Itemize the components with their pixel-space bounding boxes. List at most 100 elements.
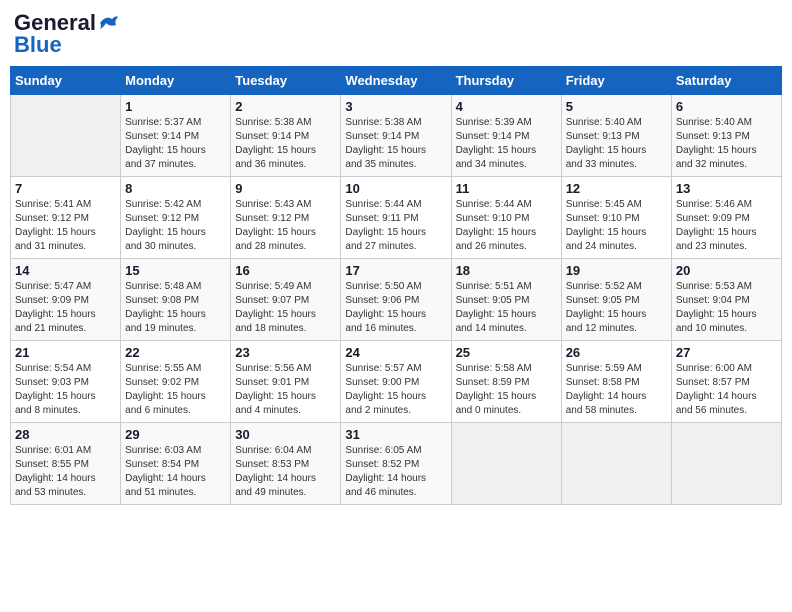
day-number: 17 (345, 263, 446, 278)
day-info: Sunrise: 5:40 AM Sunset: 9:13 PM Dayligh… (566, 116, 667, 172)
calendar-cell: 19 Sunrise: 5:52 AM Sunset: 9:05 PM Dayli… (561, 259, 671, 341)
calendar-week-row: 1Sunrise: 5:37 AM Sunset: 9:14 PM Daylig… (11, 95, 782, 177)
day-number: 4 (456, 99, 557, 114)
calendar-cell (451, 423, 561, 505)
calendar-cell: 11 Sunrise: 5:44 AM Sunset: 9:10 PM Dayli… (451, 177, 561, 259)
page-header: General Blue (10, 10, 782, 58)
day-info: Sunrise: 5:49 AM Sunset: 9:07 PM Dayligh… (235, 280, 336, 336)
day-info: Sunrise: 5:46 AM Sunset: 9:09 PM Dayligh… (676, 198, 777, 254)
day-info: Sunrise: 5:39 AM Sunset: 9:14 PM Dayligh… (456, 116, 557, 172)
day-number: 16 (235, 263, 336, 278)
days-of-week-row: SundayMondayTuesdayWednesdayThursdayFrid… (11, 67, 782, 95)
day-number: 20 (676, 263, 777, 278)
calendar-cell: 24Sunrise: 5:57 AM Sunset: 9:00 PM Dayli… (341, 341, 451, 423)
calendar-cell: 30 Sunrise: 6:04 AM Sunset: 8:53 PM Dayli… (231, 423, 341, 505)
calendar-cell: 2Sunrise: 5:38 AM Sunset: 9:14 PM Daylig… (231, 95, 341, 177)
day-number: 15 (125, 263, 226, 278)
logo: General Blue (14, 10, 120, 58)
day-of-week-header: Sunday (11, 67, 121, 95)
day-info: Sunrise: 5:55 AM Sunset: 9:02 PM Dayligh… (125, 362, 226, 418)
day-info: Sunrise: 5:43 AM Sunset: 9:12 PM Dayligh… (235, 198, 336, 254)
day-of-week-header: Thursday (451, 67, 561, 95)
day-info: Sunrise: 5:42 AM Sunset: 9:12 PM Dayligh… (125, 198, 226, 254)
calendar-cell: 14 Sunrise: 5:47 AM Sunset: 9:09 PM Dayli… (11, 259, 121, 341)
calendar-cell (11, 95, 121, 177)
day-number: 3 (345, 99, 446, 114)
day-number: 9 (235, 181, 336, 196)
calendar-cell: 31 Sunrise: 6:05 AM Sunset: 8:52 PM Dayli… (341, 423, 451, 505)
day-info: Sunrise: 6:00 AM Sunset: 8:57 PM Dayligh… (676, 362, 777, 418)
calendar-header: SundayMondayTuesdayWednesdayThursdayFrid… (11, 67, 782, 95)
calendar-cell: 28Sunrise: 6:01 AM Sunset: 8:55 PM Dayli… (11, 423, 121, 505)
day-info: Sunrise: 5:41 AM Sunset: 9:12 PM Dayligh… (15, 198, 116, 254)
calendar-cell (671, 423, 781, 505)
calendar-cell: 1Sunrise: 5:37 AM Sunset: 9:14 PM Daylig… (121, 95, 231, 177)
calendar-cell: 23 Sunrise: 5:56 AM Sunset: 9:01 PM Dayli… (231, 341, 341, 423)
day-number: 11 (456, 181, 557, 196)
calendar-cell: 22 Sunrise: 5:55 AM Sunset: 9:02 PM Dayli… (121, 341, 231, 423)
calendar-cell: 7Sunrise: 5:41 AM Sunset: 9:12 PM Daylig… (11, 177, 121, 259)
day-number: 30 (235, 427, 336, 442)
day-of-week-header: Tuesday (231, 67, 341, 95)
day-number: 12 (566, 181, 667, 196)
day-info: Sunrise: 5:48 AM Sunset: 9:08 PM Dayligh… (125, 280, 226, 336)
day-number: 23 (235, 345, 336, 360)
calendar-cell: 27Sunrise: 6:00 AM Sunset: 8:57 PM Dayli… (671, 341, 781, 423)
day-of-week-header: Friday (561, 67, 671, 95)
calendar-cell: 8Sunrise: 5:42 AM Sunset: 9:12 PM Daylig… (121, 177, 231, 259)
day-info: Sunrise: 5:54 AM Sunset: 9:03 PM Dayligh… (15, 362, 116, 418)
calendar-week-row: 7Sunrise: 5:41 AM Sunset: 9:12 PM Daylig… (11, 177, 782, 259)
day-info: Sunrise: 5:37 AM Sunset: 9:14 PM Dayligh… (125, 116, 226, 172)
calendar-cell: 17Sunrise: 5:50 AM Sunset: 9:06 PM Dayli… (341, 259, 451, 341)
calendar-cell: 13 Sunrise: 5:46 AM Sunset: 9:09 PM Dayli… (671, 177, 781, 259)
day-of-week-header: Wednesday (341, 67, 451, 95)
day-info: Sunrise: 5:59 AM Sunset: 8:58 PM Dayligh… (566, 362, 667, 418)
logo-bird-icon (98, 13, 120, 33)
calendar-body: 1Sunrise: 5:37 AM Sunset: 9:14 PM Daylig… (11, 95, 782, 505)
day-number: 10 (345, 181, 446, 196)
day-number: 6 (676, 99, 777, 114)
calendar-week-row: 21Sunrise: 5:54 AM Sunset: 9:03 PM Dayli… (11, 341, 782, 423)
calendar-cell: 9 Sunrise: 5:43 AM Sunset: 9:12 PM Daylig… (231, 177, 341, 259)
day-number: 25 (456, 345, 557, 360)
calendar-cell: 3 Sunrise: 5:38 AM Sunset: 9:14 PM Daylig… (341, 95, 451, 177)
day-of-week-header: Saturday (671, 67, 781, 95)
day-number: 14 (15, 263, 116, 278)
day-info: Sunrise: 5:47 AM Sunset: 9:09 PM Dayligh… (15, 280, 116, 336)
day-info: Sunrise: 6:05 AM Sunset: 8:52 PM Dayligh… (345, 444, 446, 500)
day-number: 5 (566, 99, 667, 114)
day-number: 26 (566, 345, 667, 360)
calendar-cell: 10 Sunrise: 5:44 AM Sunset: 9:11 PM Dayli… (341, 177, 451, 259)
calendar-cell: 6Sunrise: 5:40 AM Sunset: 9:13 PM Daylig… (671, 95, 781, 177)
day-info: Sunrise: 5:38 AM Sunset: 9:14 PM Dayligh… (345, 116, 446, 172)
day-number: 28 (15, 427, 116, 442)
calendar-cell: 29Sunrise: 6:03 AM Sunset: 8:54 PM Dayli… (121, 423, 231, 505)
calendar-cell: 5 Sunrise: 5:40 AM Sunset: 9:13 PM Daylig… (561, 95, 671, 177)
day-number: 22 (125, 345, 226, 360)
calendar-cell: 25 Sunrise: 5:58 AM Sunset: 8:59 PM Dayli… (451, 341, 561, 423)
day-number: 13 (676, 181, 777, 196)
calendar-cell: 26 Sunrise: 5:59 AM Sunset: 8:58 PM Dayli… (561, 341, 671, 423)
day-info: Sunrise: 5:58 AM Sunset: 8:59 PM Dayligh… (456, 362, 557, 418)
day-number: 18 (456, 263, 557, 278)
day-info: Sunrise: 5:57 AM Sunset: 9:00 PM Dayligh… (345, 362, 446, 418)
day-info: Sunrise: 5:52 AM Sunset: 9:05 PM Dayligh… (566, 280, 667, 336)
calendar-cell: 12 Sunrise: 5:45 AM Sunset: 9:10 PM Dayli… (561, 177, 671, 259)
calendar-cell: 4 Sunrise: 5:39 AM Sunset: 9:14 PM Daylig… (451, 95, 561, 177)
day-info: Sunrise: 6:04 AM Sunset: 8:53 PM Dayligh… (235, 444, 336, 500)
day-info: Sunrise: 5:44 AM Sunset: 9:11 PM Dayligh… (345, 198, 446, 254)
day-info: Sunrise: 5:38 AM Sunset: 9:14 PM Dayligh… (235, 116, 336, 172)
calendar-cell: 21Sunrise: 5:54 AM Sunset: 9:03 PM Dayli… (11, 341, 121, 423)
calendar-cell: 16 Sunrise: 5:49 AM Sunset: 9:07 PM Dayli… (231, 259, 341, 341)
logo-blue-text: Blue (14, 32, 62, 58)
calendar-week-row: 14 Sunrise: 5:47 AM Sunset: 9:09 PM Dayli… (11, 259, 782, 341)
day-number: 19 (566, 263, 667, 278)
day-info: Sunrise: 5:44 AM Sunset: 9:10 PM Dayligh… (456, 198, 557, 254)
day-info: Sunrise: 5:45 AM Sunset: 9:10 PM Dayligh… (566, 198, 667, 254)
day-number: 31 (345, 427, 446, 442)
day-of-week-header: Monday (121, 67, 231, 95)
day-info: Sunrise: 5:56 AM Sunset: 9:01 PM Dayligh… (235, 362, 336, 418)
calendar-week-row: 28Sunrise: 6:01 AM Sunset: 8:55 PM Dayli… (11, 423, 782, 505)
day-number: 29 (125, 427, 226, 442)
calendar-cell: 18Sunrise: 5:51 AM Sunset: 9:05 PM Dayli… (451, 259, 561, 341)
